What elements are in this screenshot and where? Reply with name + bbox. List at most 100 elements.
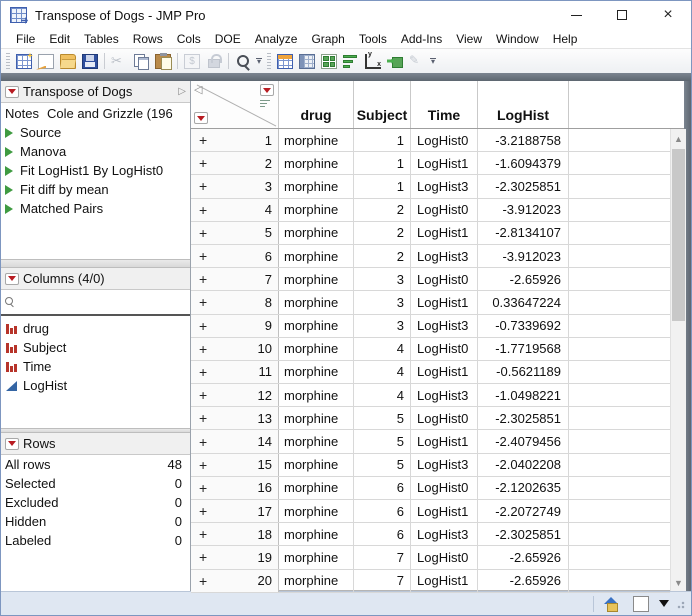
- cell-time[interactable]: LogHist0: [411, 476, 478, 499]
- row-state-plus-icon[interactable]: +: [199, 155, 207, 171]
- cut-button[interactable]: ✂: [108, 51, 130, 72]
- row-header[interactable]: +14: [191, 430, 279, 453]
- cell-drug[interactable]: morphine: [279, 384, 354, 407]
- cell-loghist[interactable]: -2.3025851: [478, 175, 569, 198]
- cell-loghist[interactable]: -1.7719568: [478, 337, 569, 360]
- open-button[interactable]: [57, 51, 79, 72]
- cell-time[interactable]: LogHist1: [411, 430, 478, 453]
- cell-subject[interactable]: 2: [354, 221, 411, 244]
- copy-button[interactable]: [130, 51, 152, 72]
- zoom-button[interactable]: [232, 51, 254, 72]
- notes-row[interactable]: Notes Cole and Grizzle (196: [1, 103, 190, 123]
- cell-loghist[interactable]: -2.65926: [478, 569, 569, 592]
- toolbar-grip[interactable]: [267, 53, 271, 69]
- cell-loghist[interactable]: -3.2188758: [478, 129, 569, 152]
- cell-time[interactable]: LogHist1: [411, 221, 478, 244]
- row-state-plus-icon[interactable]: +: [199, 526, 207, 542]
- column-header-time[interactable]: Time: [411, 81, 478, 128]
- table-red-triangle-icon[interactable]: [5, 85, 19, 98]
- row-header[interactable]: +8: [191, 291, 279, 314]
- cell-drug[interactable]: morphine: [279, 476, 354, 499]
- row-header[interactable]: +9: [191, 314, 279, 337]
- row-state-plus-icon[interactable]: +: [199, 364, 207, 380]
- rows-menu-icon[interactable]: [194, 112, 208, 124]
- menu-edit[interactable]: Edit: [42, 30, 77, 48]
- cell-subject[interactable]: 5: [354, 407, 411, 430]
- save-button[interactable]: [79, 51, 101, 72]
- scroll-down-icon[interactable]: ▼: [671, 575, 686, 591]
- cell-subject[interactable]: 6: [354, 523, 411, 546]
- cell-subject[interactable]: 6: [354, 500, 411, 523]
- row-header[interactable]: +13: [191, 407, 279, 430]
- run-script-button[interactable]: [384, 51, 406, 72]
- cell-drug[interactable]: morphine: [279, 407, 354, 430]
- row-header[interactable]: +15: [191, 453, 279, 476]
- cell-drug[interactable]: morphine: [279, 291, 354, 314]
- row-state-plus-icon[interactable]: +: [199, 225, 207, 241]
- panel-collapse-icon[interactable]: ▷: [178, 86, 186, 97]
- script-item-manova[interactable]: Manova: [1, 142, 190, 161]
- row-header[interactable]: +16: [191, 476, 279, 499]
- cell-time[interactable]: LogHist3: [411, 523, 478, 546]
- cell-time[interactable]: LogHist0: [411, 198, 478, 221]
- row-state-plus-icon[interactable]: +: [199, 503, 207, 519]
- cell-loghist[interactable]: -0.5621189: [478, 360, 569, 384]
- menu-doe[interactable]: DOE: [208, 30, 248, 48]
- cell-drug[interactable]: morphine: [279, 337, 354, 360]
- close-button[interactable]: ×: [645, 1, 691, 29]
- cell-loghist[interactable]: -2.0402208: [478, 453, 569, 476]
- fit-y-by-x-button[interactable]: [362, 51, 384, 72]
- row-header[interactable]: +19: [191, 546, 279, 569]
- minimize-button[interactable]: [553, 1, 599, 29]
- script-item-fit-diff[interactable]: Fit diff by mean: [1, 180, 190, 199]
- sort-indicator-icon[interactable]: [260, 100, 270, 108]
- row-state-plus-icon[interactable]: +: [199, 549, 207, 565]
- column-item-drug[interactable]: drug: [1, 319, 190, 338]
- cell-loghist[interactable]: -2.8134107: [478, 221, 569, 244]
- menu-tools[interactable]: Tools: [352, 30, 394, 48]
- menu-addins[interactable]: Add-Ins: [394, 30, 449, 48]
- lock-button[interactable]: [203, 51, 225, 72]
- cell-time[interactable]: LogHist1: [411, 569, 478, 592]
- cell-time[interactable]: LogHist0: [411, 546, 478, 569]
- script-item-source[interactable]: Source: [1, 123, 190, 142]
- vertical-scrollbar[interactable]: ▲ ▼: [670, 129, 686, 591]
- dollar-button[interactable]: $: [181, 51, 203, 72]
- cell-time[interactable]: LogHist3: [411, 175, 478, 198]
- data-table-window-button[interactable]: [274, 51, 296, 72]
- menu-graph[interactable]: Graph: [304, 30, 351, 48]
- cell-loghist[interactable]: -2.2072749: [478, 500, 569, 523]
- cell-time[interactable]: LogHist0: [411, 268, 478, 291]
- column-header-drug[interactable]: drug: [279, 81, 354, 128]
- cell-loghist[interactable]: -2.1202635: [478, 476, 569, 499]
- toolbar-overflow-icon[interactable]: ▾: [430, 57, 436, 65]
- row-header[interactable]: +20: [191, 569, 279, 592]
- dropdown-arrow-icon[interactable]: [659, 600, 669, 607]
- cell-subject[interactable]: 5: [354, 430, 411, 453]
- cell-loghist[interactable]: -2.3025851: [478, 407, 569, 430]
- row-state-plus-icon[interactable]: +: [199, 387, 207, 403]
- home-icon[interactable]: [604, 597, 619, 612]
- row-state-plus-icon[interactable]: +: [199, 341, 207, 357]
- row-state-plus-icon[interactable]: +: [199, 434, 207, 450]
- cell-drug[interactable]: morphine: [279, 221, 354, 244]
- cell-loghist[interactable]: -0.7339692: [478, 314, 569, 337]
- green-disclosure-icon[interactable]: [5, 184, 13, 195]
- cell-drug[interactable]: morphine: [279, 314, 354, 337]
- menu-tables[interactable]: Tables: [77, 30, 126, 48]
- menu-help[interactable]: Help: [546, 30, 585, 48]
- column-item-time[interactable]: Time: [1, 357, 190, 376]
- cell-drug[interactable]: morphine: [279, 175, 354, 198]
- cell-drug[interactable]: morphine: [279, 360, 354, 384]
- cell-loghist[interactable]: -1.6094379: [478, 152, 569, 175]
- cell-drug[interactable]: morphine: [279, 500, 354, 523]
- cell-subject[interactable]: 4: [354, 360, 411, 384]
- menu-file[interactable]: File: [9, 30, 42, 48]
- row-state-plus-icon[interactable]: +: [199, 410, 207, 426]
- cell-loghist[interactable]: -1.0498221: [478, 384, 569, 407]
- cell-loghist[interactable]: 0.33647224: [478, 291, 569, 314]
- script-item-matched-pairs[interactable]: Matched Pairs: [1, 199, 190, 218]
- column-header-loghist[interactable]: LogHist: [478, 81, 569, 128]
- cell-time[interactable]: LogHist0: [411, 129, 478, 152]
- row-state-plus-icon[interactable]: +: [199, 271, 207, 287]
